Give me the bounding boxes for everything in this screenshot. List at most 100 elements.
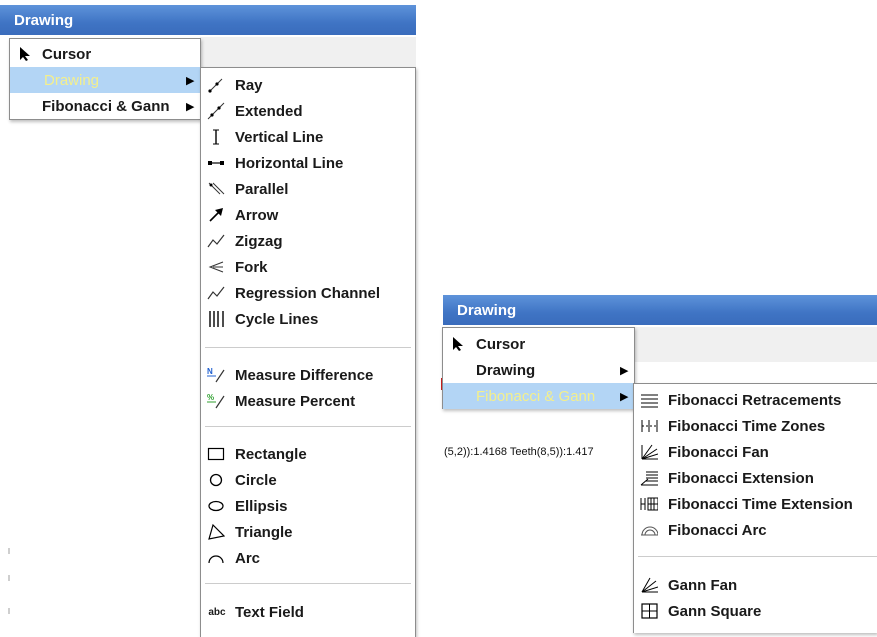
menu-item-fibonacci-time-zones[interactable]: Fibonacci Time Zones <box>634 413 877 439</box>
submenu-arrow-icon: ▶ <box>620 390 629 403</box>
menu-item-label: Ellipsis <box>235 497 288 515</box>
fork-icon <box>207 258 225 276</box>
menu-item-label: Arrow <box>235 206 279 224</box>
menu-item-label: Parallel <box>235 180 289 198</box>
menu-item-cursor[interactable]: Cursor <box>10 41 200 67</box>
menu-item-label: Measure Percent <box>235 392 356 410</box>
menu-item-label: Cycle Lines <box>235 310 319 328</box>
menu-item-label: Fork <box>235 258 268 276</box>
measure-difference-icon: N <box>207 366 225 384</box>
menu-item-label: Fibonacci & Gann <box>476 387 596 405</box>
menu-item-vertical-line[interactable]: Vertical Line <box>201 124 415 150</box>
ellipse-icon <box>207 497 225 515</box>
toolbar-strip <box>200 37 416 67</box>
fibonacci-time-zones-icon <box>640 417 658 435</box>
text-field-icon: abc <box>208 606 226 618</box>
menu-item-cursor[interactable]: Cursor <box>443 331 634 357</box>
menu-item-label: Arc <box>235 549 261 567</box>
menu-item-fibonacci-time-extension[interactable]: Fibonacci Time Extension <box>634 491 877 517</box>
regression-channel-icon <box>207 284 225 302</box>
menu-item-label: Drawing <box>476 361 536 379</box>
menu-item-fibonacci-arc[interactable]: Fibonacci Arc <box>634 517 877 543</box>
menu-item-regression-channel[interactable]: Regression Channel <box>201 280 415 306</box>
triangle-icon <box>207 523 225 541</box>
menu-item-label: Cursor <box>476 335 526 353</box>
menu-item-fork[interactable]: Fork <box>201 254 415 280</box>
toolbar-strip <box>634 327 877 362</box>
menu-item-label: Zigzag <box>235 232 283 250</box>
menu-item-triangle[interactable]: Triangle <box>201 519 415 545</box>
menu-item-rectangle[interactable]: Rectangle <box>201 441 415 467</box>
indicator-values-text: (5,2)):1.4168 Teeth(8,5)):1.417 <box>444 446 594 458</box>
window-title: Drawing <box>457 301 517 319</box>
axis-tick <box>8 548 10 554</box>
gann-square-icon <box>640 602 658 620</box>
menu-item-label: Vertical Line <box>235 128 324 146</box>
gann-fan-icon <box>640 576 658 594</box>
menu-item-drawing[interactable]: Drawing ▶ <box>10 67 200 93</box>
menu-separator <box>638 556 877 557</box>
menu-item-fibonacci-gann[interactable]: Fibonacci & Gann ▶ <box>443 383 634 409</box>
menu-item-label: Circle <box>235 471 277 489</box>
drawing-submenu: Ray Extended Vertical Line Horizontal Li… <box>200 67 416 637</box>
menu-item-label: Horizontal Line <box>235 154 344 172</box>
menu-item-cycle-lines[interactable]: Cycle Lines <box>201 306 415 332</box>
menu-item-label: Regression Channel <box>235 284 381 302</box>
menu-item-fibonacci-extension[interactable]: Fibonacci Extension <box>634 465 877 491</box>
menu-item-zigzag[interactable]: Zigzag <box>201 228 415 254</box>
menu-item-label: Ray <box>235 76 263 94</box>
extended-line-icon <box>207 102 225 120</box>
window-title-bar: Drawing <box>0 5 416 35</box>
vertical-line-icon <box>207 128 225 146</box>
menu-item-label: Drawing <box>44 71 100 89</box>
menu-item-arc[interactable]: Arc <box>201 545 415 571</box>
submenu-arrow-icon: ▶ <box>186 74 195 87</box>
menu-item-label: Fibonacci & Gann <box>42 97 170 115</box>
submenu-arrow-icon: ▶ <box>186 100 195 113</box>
fibonacci-extension-icon <box>640 469 658 487</box>
menu-item-measure-percent[interactable]: % Measure Percent <box>201 388 415 414</box>
menu-item-label: Triangle <box>235 523 293 541</box>
menu-separator <box>205 347 411 348</box>
menu-item-label: Fibonacci Arc <box>668 521 767 539</box>
cursor-arrow-icon <box>449 335 467 353</box>
menu-item-circle[interactable]: Circle <box>201 467 415 493</box>
axis-tick <box>8 608 10 614</box>
menu-item-fibonacci-retracements[interactable]: Fibonacci Retracements <box>634 387 877 413</box>
menu-item-parallel[interactable]: Parallel <box>201 176 415 202</box>
fibonacci-time-extension-icon <box>640 495 658 513</box>
menu-item-arrow[interactable]: Arrow <box>201 202 415 228</box>
drawing-main-menu: Cursor Drawing ▶ Fibonacci & Gann ▶ <box>9 38 201 120</box>
menu-item-horizontal-line[interactable]: Horizontal Line <box>201 150 415 176</box>
cycle-lines-icon <box>207 310 225 328</box>
menu-item-gann-square[interactable]: Gann Square <box>634 598 877 624</box>
drawing-main-menu: Cursor Drawing ▶ Fibonacci & Gann ▶ <box>442 327 635 409</box>
rectangle-icon <box>207 445 225 463</box>
menu-separator <box>205 426 411 427</box>
window-title-bar: Drawing <box>443 295 877 325</box>
menu-item-label: Fibonacci Time Zones <box>668 417 826 435</box>
menu-item-label: Gann Square <box>668 602 762 620</box>
menu-item-label: Measure Difference <box>235 366 374 384</box>
menu-item-text-field[interactable]: abc Text Field <box>201 599 415 625</box>
submenu-arrow-icon: ▶ <box>620 364 629 377</box>
menu-item-gann-fan[interactable]: Gann Fan <box>634 572 877 598</box>
fibonacci-fan-icon <box>640 443 658 461</box>
fibonacci-arc-icon <box>640 521 658 539</box>
svg-text:N: N <box>207 367 213 376</box>
menu-item-fibonacci-gann[interactable]: Fibonacci & Gann ▶ <box>10 93 200 119</box>
menu-item-label: Gann Fan <box>668 576 738 594</box>
menu-item-extended[interactable]: Extended <box>201 98 415 124</box>
menu-item-label: Extended <box>235 102 303 120</box>
menu-item-ray[interactable]: Ray <box>201 72 415 98</box>
menu-item-fibonacci-fan[interactable]: Fibonacci Fan <box>634 439 877 465</box>
menu-item-ellipsis[interactable]: Ellipsis <box>201 493 415 519</box>
zigzag-icon <box>207 232 225 250</box>
cursor-arrow-icon <box>16 45 34 63</box>
svg-text:%: % <box>207 393 214 402</box>
menu-item-measure-difference[interactable]: N Measure Difference <box>201 362 415 388</box>
menu-separator <box>205 583 411 584</box>
parallel-lines-icon <box>207 180 225 198</box>
menu-item-drawing[interactable]: Drawing ▶ <box>443 357 634 383</box>
arc-icon <box>207 549 225 567</box>
